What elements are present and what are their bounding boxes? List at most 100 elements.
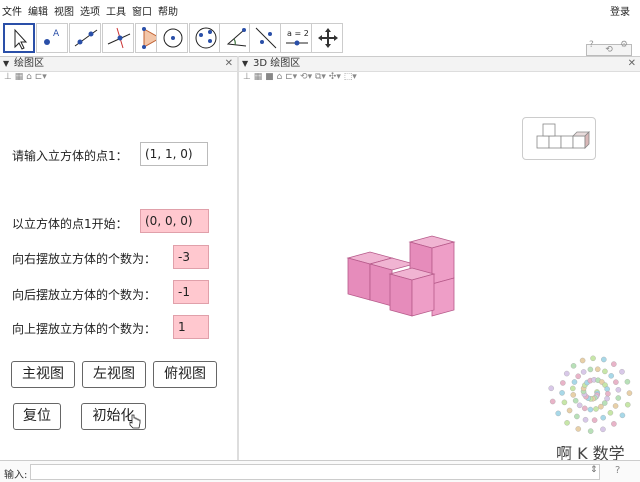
home-icon[interactable]: ⌂ <box>277 72 283 82</box>
cube-left-face <box>389 273 413 317</box>
point-tool-button[interactable]: A <box>36 23 68 53</box>
cube-view-icon[interactable]: ⬚▾ <box>344 72 357 82</box>
spiral-dot <box>598 403 604 410</box>
close-icon[interactable]: ✕ <box>628 57 636 71</box>
right-count-input[interactable]: -3 <box>173 245 209 269</box>
spiral-dot <box>600 414 606 421</box>
menu-edit[interactable]: 编辑 <box>28 3 48 18</box>
move-arrows-icon <box>318 28 338 48</box>
spiral-dot <box>624 378 631 385</box>
close-icon[interactable]: ✕ <box>225 57 233 71</box>
spiral-dot <box>555 410 561 417</box>
spiral-dot <box>571 379 578 385</box>
rotate-icon[interactable]: ⟲▾ <box>300 72 312 82</box>
menu-options[interactable]: 选项 <box>80 3 100 18</box>
slider-tool-button[interactable]: a = 2 <box>280 23 312 53</box>
spiral-dot <box>582 417 589 423</box>
help-icon[interactable]: ? <box>589 40 594 50</box>
reflect-tool-button[interactable] <box>249 23 281 53</box>
perpendicular-tool-button[interactable] <box>102 23 134 53</box>
collapse-triangle-icon[interactable]: ▼ <box>242 57 248 71</box>
spiral-dot <box>570 392 577 398</box>
spiral-dot <box>611 421 617 427</box>
cube-point-input[interactable]: (1, 1, 0) <box>140 142 208 166</box>
spiral-dot <box>593 406 599 412</box>
move-tool-button[interactable] <box>3 23 35 53</box>
reset-button[interactable]: 复位 <box>13 403 61 430</box>
menu-tools[interactable]: 工具 <box>106 3 126 18</box>
spiral-dot <box>591 417 598 423</box>
spiral-dot <box>626 390 633 396</box>
start-point-input[interactable]: (0, 0, 0) <box>140 209 209 233</box>
spiral-dot <box>549 398 556 405</box>
slider-text: a = 2 <box>287 29 309 38</box>
collapse-triangle-icon[interactable]: ▼ <box>3 57 9 71</box>
home-icon[interactable]: ⌂ <box>26 72 32 82</box>
clipping-icon[interactable]: ⧉▾ <box>315 72 326 82</box>
cube-right-face <box>411 273 435 317</box>
menu-file[interactable]: 文件 <box>2 3 22 18</box>
projection-icon[interactable]: ✣▾ <box>329 72 341 82</box>
grid-icon[interactable]: ▦ <box>254 72 263 82</box>
input-bar-label: 输入: <box>4 470 28 481</box>
move-view-tool-button[interactable] <box>311 23 343 53</box>
spiral-dot <box>559 390 565 396</box>
login-link[interactable]: 登录 <box>610 3 630 18</box>
point-capture-icon[interactable]: ⊏▾ <box>285 72 297 82</box>
input-help-icon[interactable]: ? <box>615 465 620 476</box>
up-count-label: 向上摆放立方体的个数为： <box>12 322 157 336</box>
spiral-dot <box>587 366 594 373</box>
conic-tool-button[interactable] <box>189 23 221 53</box>
spiral-dot <box>575 426 582 432</box>
circle-tool-button[interactable] <box>156 23 188 53</box>
menu-help[interactable]: 帮助 <box>158 3 178 18</box>
3d-style-bar: ⊥ ▦ ■ ⌂ ⊏▾ ⟲▾ ⧉▾ ✣▾ ⬚▾ <box>243 72 357 88</box>
left-view-button[interactable]: 左视图 <box>82 361 146 388</box>
spiral-dot <box>570 363 577 369</box>
settings-gear-icon[interactable]: ⚙ <box>620 40 628 50</box>
spiral-dot <box>548 385 554 392</box>
cube-point-label: 请输入立方体的点1： <box>12 149 128 163</box>
axes-icon[interactable]: ⊥ <box>243 72 251 82</box>
point-capture-icon[interactable]: ⊏▾ <box>35 72 47 82</box>
view-cube-icon <box>536 123 590 149</box>
front-view-button[interactable]: 主视图 <box>11 361 75 388</box>
spiral-dot <box>576 402 583 409</box>
3d-panel-title: 3D 绘图区 <box>253 58 301 69</box>
grid-icon[interactable]: ▦ <box>15 72 24 82</box>
axes-icon[interactable]: ⊥ <box>4 72 12 82</box>
spiral-dot <box>602 368 608 375</box>
spiral-dot <box>582 405 588 412</box>
3d-cube-structure <box>346 235 456 317</box>
input-dropdown-icon[interactable]: ⇕ <box>590 465 598 475</box>
spiral-dot <box>607 410 614 416</box>
plane-icon[interactable]: ■ <box>265 72 274 82</box>
spiral-dot <box>608 373 614 379</box>
view-cube-widget[interactable] <box>522 117 596 160</box>
panel-divider[interactable] <box>237 56 239 460</box>
graphics-panel-header: ▼ 绘图区 ✕ <box>0 56 237 72</box>
menu-bar: 文件 编辑 视图 选项 工具 窗口 帮助 登录 <box>0 0 640 20</box>
back-count-input[interactable]: -1 <box>173 280 209 304</box>
spiral-dot <box>613 379 619 385</box>
spiral-dot <box>564 370 570 377</box>
spiral-dot <box>587 406 594 413</box>
angle-tool-button[interactable] <box>219 23 251 53</box>
line-tool-button[interactable] <box>69 23 101 53</box>
spiral-dot <box>611 361 617 367</box>
spiral-dot <box>566 407 573 414</box>
graphics-panel-title: 绘图区 <box>14 58 44 69</box>
menu-window[interactable]: 窗口 <box>132 3 152 18</box>
menu-view[interactable]: 视图 <box>54 3 74 18</box>
spiral-dot <box>605 390 611 397</box>
hand-cursor-icon <box>129 414 141 429</box>
up-count-input[interactable]: 1 <box>173 315 209 339</box>
spiral-dot <box>579 357 586 364</box>
spiral-dot <box>587 428 594 434</box>
top-view-button[interactable]: 俯视图 <box>153 361 217 388</box>
spiral-dot <box>619 369 625 375</box>
command-input[interactable] <box>30 464 600 480</box>
perpendicular-icon <box>107 27 131 49</box>
cube-left-face <box>369 263 393 307</box>
spiral-dot <box>564 420 570 426</box>
